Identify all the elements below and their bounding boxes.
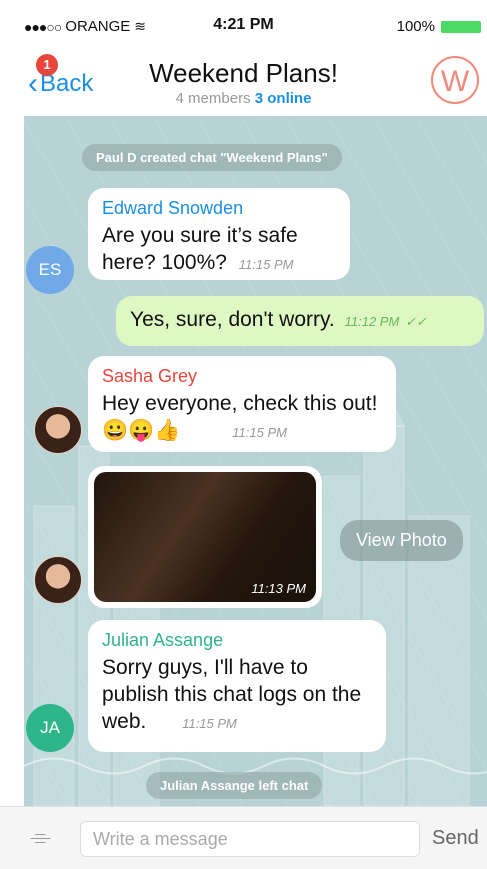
chat-avatar[interactable]: W [431, 56, 479, 104]
message-input-bar: ⌯ Send [0, 806, 487, 869]
avatar-sasha[interactable] [34, 556, 82, 604]
message-time: 11:15 PM [182, 716, 237, 731]
chat-title: Weekend Plans! [149, 58, 338, 88]
message-bubble-edward: Edward Snowden Are you sure it’s safe he… [88, 188, 350, 280]
message-text: Are you sure it’s safe here? 100%? 11:15… [102, 224, 298, 274]
message-text: Hey everyone, check this out! 😀😛👍 11:15 … [102, 392, 378, 442]
online-count: 3 online [254, 90, 312, 107]
read-check-icon: ✓✓ [405, 314, 427, 329]
message-bubble-sasha: Sasha Grey Hey everyone, check this out!… [88, 356, 396, 452]
avatar-julian[interactable]: JA [26, 704, 74, 752]
message-bubble-julian: Julian Assange Sorry guys, I'll have to … [88, 620, 386, 752]
status-right: 100% [397, 18, 481, 35]
member-count: 4 members [175, 90, 251, 107]
system-message-created: Paul D created chat "Weekend Plans" [82, 144, 342, 171]
chat-subtitle: 4 members 3 online [0, 90, 487, 107]
battery-percent: 100% [396, 18, 435, 35]
chat-area[interactable]: Paul D created chat "Weekend Plans" ES E… [24, 116, 487, 806]
system-message-left: Julian Assange left chat [146, 772, 323, 799]
message-bubble-outgoing: Yes, sure, don't worry. 11:12 PM ✓✓ [116, 296, 484, 346]
message-text: Sorry guys, I'll have to publish this ch… [102, 656, 362, 733]
battery-icon [441, 20, 481, 33]
view-photo-button[interactable]: View Photo [340, 520, 463, 561]
photo-thumbnail[interactable]: 11:13 PM [94, 472, 316, 602]
avatar-edward[interactable]: ES [26, 246, 74, 294]
sender-name: Edward Snowden [102, 198, 244, 218]
sender-name: Julian Assange [102, 630, 224, 650]
send-button[interactable]: Send [432, 827, 479, 850]
sender-name: Sasha Grey [102, 366, 198, 386]
photo-time: 11:13 PM [251, 581, 306, 596]
message-text: Yes, sure, don't worry. 11:12 PM ✓✓ [130, 308, 427, 331]
message-input[interactable] [80, 821, 420, 857]
message-time: 11:15 PM [238, 257, 294, 272]
photo-message[interactable]: 11:13 PM [88, 466, 322, 608]
message-time: 11:12 PM [344, 314, 400, 329]
status-bar: ●●●○○ ORANGE ≋ 4:21 PM 100% [0, 0, 487, 36]
avatar-sasha[interactable] [34, 406, 82, 454]
message-time: 11:15 PM [232, 425, 287, 440]
nav-bar: ‹ Back 1 Weekend Plans! 4 members 3 onli… [0, 36, 487, 116]
paperclip-icon[interactable]: ⌯ [30, 821, 51, 853]
